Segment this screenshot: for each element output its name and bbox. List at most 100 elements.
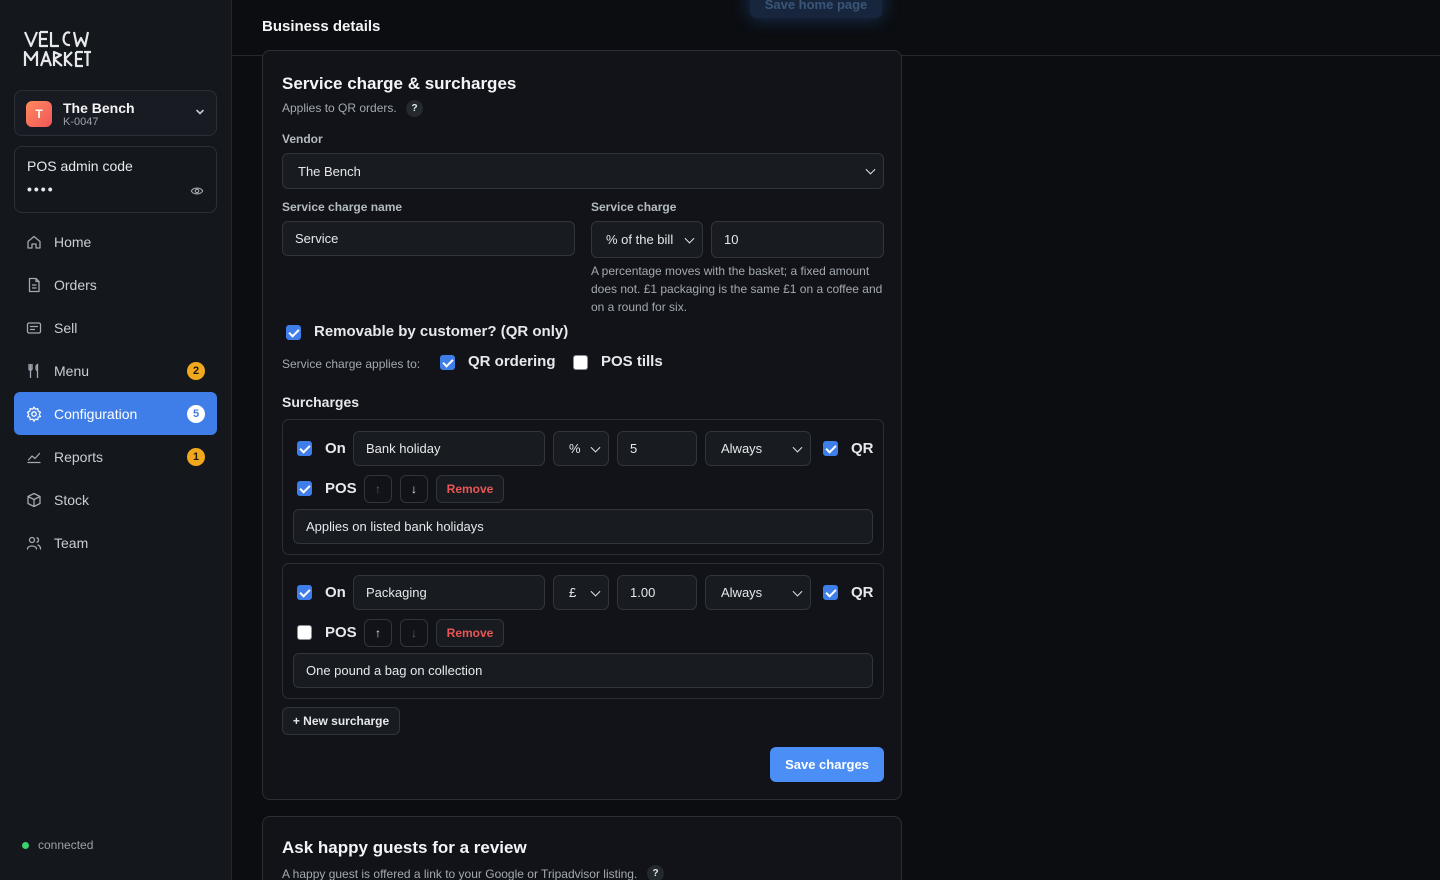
sidebar-item-label: Sell bbox=[54, 319, 78, 336]
surcharge-when-select[interactable]: Always bbox=[705, 431, 811, 466]
remove-surcharge-button[interactable]: Remove bbox=[436, 619, 504, 647]
new-surcharge-button[interactable]: + New surcharge bbox=[282, 707, 400, 735]
qr-ordering-checkbox[interactable] bbox=[440, 355, 455, 370]
pos-admin-code-card: POS admin code •••• bbox=[14, 146, 217, 213]
surcharge-on-label: On bbox=[325, 440, 346, 457]
surcharge-qr-label: QR bbox=[851, 584, 874, 601]
connection-status-label: connected bbox=[38, 838, 94, 852]
surcharges-title: Surcharges bbox=[282, 394, 360, 410]
pos-admin-code-value: •••• bbox=[27, 181, 55, 197]
surcharge-on-checkbox[interactable] bbox=[297, 585, 312, 600]
move-up-button[interactable]: ↑ bbox=[364, 619, 392, 647]
users-icon bbox=[26, 536, 42, 550]
sidebar-item-label: Team bbox=[54, 534, 89, 551]
qr-ordering-label: QR ordering bbox=[468, 353, 556, 370]
service-charge-name-input[interactable]: Service bbox=[282, 221, 575, 256]
vendor-select[interactable]: The Bench bbox=[282, 153, 884, 189]
sidebar-item-team[interactable]: Team bbox=[14, 521, 217, 564]
surcharge-when-select[interactable]: Always bbox=[705, 575, 811, 610]
surcharge-unit-select[interactable]: % bbox=[553, 431, 609, 466]
vendor-avatar: T bbox=[26, 101, 52, 127]
chart-icon bbox=[27, 452, 41, 463]
sidebar: T The Bench K-0047 POS admin code •••• H… bbox=[0, 0, 232, 880]
utensils-icon bbox=[28, 362, 39, 378]
sidebar-item-label: Menu bbox=[54, 362, 90, 379]
surcharge-pos-checkbox[interactable] bbox=[297, 481, 312, 496]
surcharge-unit-select[interactable]: £ bbox=[553, 575, 609, 610]
vendor-name: The Bench bbox=[63, 100, 135, 116]
chevron-down-icon bbox=[196, 109, 204, 115]
pos-tills-label: POS tills bbox=[601, 353, 663, 370]
sidebar-item-configuration[interactable]: Configuration 5 bbox=[14, 392, 217, 435]
help-icon[interactable]: ? bbox=[647, 865, 664, 880]
surcharge-amount-input[interactable]: 1.00 bbox=[617, 575, 697, 610]
register-icon bbox=[26, 321, 42, 334]
applies-to-label: Service charge applies to: bbox=[282, 357, 421, 371]
document-icon bbox=[28, 277, 40, 292]
surcharge-description-input[interactable]: Applies on listed bank holidays bbox=[293, 509, 873, 544]
configuration-badge: 5 bbox=[187, 405, 205, 423]
surcharge-name-input[interactable]: Bank holiday bbox=[353, 431, 545, 466]
surcharge-on-label: On bbox=[325, 584, 346, 601]
sidebar-item-label: Reports bbox=[54, 448, 104, 465]
home-icon bbox=[27, 235, 41, 249]
service-charge-value-input[interactable]: 10 bbox=[711, 221, 884, 258]
surcharge-qr-label: QR bbox=[851, 440, 874, 457]
pos-admin-code-label: POS admin code bbox=[27, 158, 133, 174]
surcharge-row: On Bank holiday % 5 Always QR POS ↑ ↓ Re… bbox=[282, 419, 884, 555]
move-up-button[interactable]: ↑ bbox=[364, 475, 392, 503]
status-dot-icon bbox=[22, 841, 29, 849]
logo-icon bbox=[23, 30, 91, 68]
service-charge-type-select[interactable]: % of the bill bbox=[591, 221, 703, 258]
removable-checkbox[interactable] bbox=[286, 325, 301, 340]
surcharge-qr-checkbox[interactable] bbox=[823, 585, 838, 600]
top-header: Save home page Business details bbox=[232, 0, 1440, 56]
removable-label: Removable by customer? (QR only) bbox=[314, 323, 569, 340]
surcharge-qr-checkbox[interactable] bbox=[823, 441, 838, 456]
surcharge-pos-label: POS bbox=[325, 624, 357, 641]
surcharge-row: On Packaging £ 1.00 Always QR POS ↑ ↓ Re… bbox=[282, 563, 884, 699]
sidebar-item-home[interactable]: Home bbox=[14, 220, 217, 263]
sidebar-nav: Home Orders Sell Menu 2 Configuration 5 … bbox=[14, 220, 217, 564]
sidebar-item-stock[interactable]: Stock bbox=[14, 478, 217, 521]
sidebar-item-label: Orders bbox=[54, 276, 97, 293]
review-title: Ask happy guests for a review bbox=[282, 838, 527, 857]
surcharge-description-input[interactable]: One pound a bag on collection bbox=[293, 653, 873, 688]
connection-status: connected bbox=[22, 838, 93, 852]
sidebar-item-menu[interactable]: Menu 2 bbox=[14, 349, 217, 392]
sidebar-item-label: Home bbox=[54, 233, 92, 250]
sidebar-item-reports[interactable]: Reports 1 bbox=[14, 435, 217, 478]
service-charge-note: A percentage moves with the basket; a fi… bbox=[591, 264, 883, 314]
pos-tills-checkbox[interactable] bbox=[573, 355, 588, 370]
menu-badge: 2 bbox=[187, 362, 205, 380]
eye-icon[interactable] bbox=[190, 184, 204, 198]
surcharge-pos-label: POS bbox=[325, 480, 357, 497]
box-icon bbox=[27, 492, 41, 507]
gear-icon bbox=[26, 405, 42, 422]
page-title: Business details bbox=[262, 18, 381, 35]
sidebar-item-orders[interactable]: Orders bbox=[14, 263, 217, 306]
vendor-code: K-0047 bbox=[63, 116, 99, 128]
remove-surcharge-button[interactable]: Remove bbox=[436, 475, 504, 503]
reports-badge: 1 bbox=[187, 448, 205, 466]
service-charge-card: Service charge & surcharges Applies to Q… bbox=[262, 50, 902, 800]
review-card: Ask happy guests for a review A happy gu… bbox=[262, 816, 902, 880]
vendor-switcher[interactable]: T The Bench K-0047 bbox=[14, 90, 217, 136]
sidebar-item-label: Configuration bbox=[54, 405, 138, 422]
vendor-label: Vendor bbox=[282, 132, 323, 146]
move-down-button[interactable]: ↓ bbox=[400, 475, 428, 503]
surcharge-amount-input[interactable]: 5 bbox=[617, 431, 697, 466]
surcharge-pos-checkbox[interactable] bbox=[297, 625, 312, 640]
move-down-button[interactable]: ↓ bbox=[400, 619, 428, 647]
review-subtitle: A happy guest is offered a link to your … bbox=[282, 867, 638, 880]
service-charge-name-label: Service charge name bbox=[282, 200, 403, 214]
help-icon[interactable]: ? bbox=[406, 100, 423, 117]
surcharge-name-input[interactable]: Packaging bbox=[353, 575, 545, 610]
service-charge-title: Service charge & surcharges bbox=[282, 74, 517, 93]
surcharge-on-checkbox[interactable] bbox=[297, 441, 312, 456]
save-home-page-button[interactable]: Save home page bbox=[750, 0, 882, 18]
service-charge-label: Service charge bbox=[591, 200, 677, 214]
service-charge-subtitle: Applies to QR orders. bbox=[282, 101, 397, 115]
save-charges-button[interactable]: Save charges bbox=[770, 747, 884, 782]
sidebar-item-sell[interactable]: Sell bbox=[14, 306, 217, 349]
